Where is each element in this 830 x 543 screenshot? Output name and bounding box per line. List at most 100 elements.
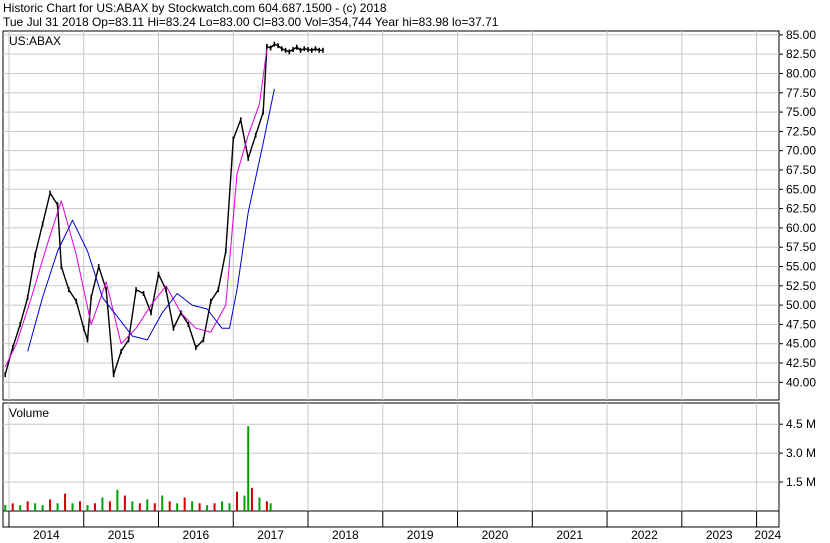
- price-point: [318, 47, 321, 53]
- volume-bar: [243, 495, 246, 511]
- price-point: [56, 202, 59, 208]
- price-point: [195, 345, 197, 351]
- price-point: [224, 248, 227, 254]
- volume-bar: [247, 426, 250, 511]
- price-point: [60, 263, 63, 269]
- price-point: [19, 321, 21, 327]
- volume-bar: [101, 497, 104, 511]
- price-point: [112, 372, 115, 378]
- price-point: [296, 44, 298, 50]
- y-tick-label: 45.00: [786, 337, 816, 351]
- price-point: [41, 221, 44, 227]
- y-tick-label: 85.00: [786, 28, 816, 42]
- y-tick-label: 62.50: [786, 202, 816, 216]
- volume-bar: [269, 503, 272, 511]
- price-point: [303, 46, 306, 52]
- price-point: [322, 47, 324, 53]
- x-tick-label: 2021: [556, 528, 583, 542]
- price-point: [4, 372, 7, 378]
- price-point: [49, 190, 51, 196]
- volume-bar: [56, 503, 59, 511]
- volume-bar: [258, 497, 261, 511]
- volume-bar: [161, 495, 164, 511]
- volume-panel-frame: [2, 402, 780, 512]
- x-tick-label: 2020: [482, 528, 509, 542]
- price-point: [67, 287, 70, 293]
- y-tick-label: 40.00: [786, 375, 816, 389]
- volume-bar: [108, 501, 111, 511]
- volume-bar: [64, 493, 67, 511]
- volume-bar: [131, 501, 134, 511]
- x-tick-label: 2019: [407, 528, 434, 542]
- volume-bar: [123, 495, 126, 511]
- volume-bar: [116, 489, 119, 511]
- volume-bar: [71, 503, 74, 511]
- price-point: [210, 298, 212, 304]
- price-point: [310, 47, 313, 53]
- volume-bar: [250, 487, 253, 511]
- price-point: [90, 294, 93, 300]
- y-tick-label: 67.50: [786, 163, 816, 177]
- price-point: [284, 47, 287, 53]
- y-tick-label: 60.00: [786, 221, 816, 235]
- volume-y-tick-label: 4.5 M: [786, 417, 816, 431]
- y-tick-label: 72.50: [786, 124, 816, 138]
- x-tick-label: 2015: [108, 528, 135, 542]
- y-tick-label: 70.00: [786, 144, 816, 158]
- y-tick-label: 57.50: [786, 240, 816, 254]
- x-tick-label: 2016: [183, 528, 210, 542]
- price-point: [165, 287, 167, 293]
- volume-bar: [235, 491, 238, 511]
- price-point: [202, 337, 205, 343]
- price-point: [127, 337, 130, 343]
- price-point: [217, 287, 220, 293]
- price-point: [314, 46, 317, 52]
- price-point: [34, 252, 36, 258]
- price-point: [266, 43, 268, 49]
- time-axis-frame: [2, 510, 780, 528]
- volume-bar: [183, 497, 186, 511]
- price-point: [105, 287, 107, 293]
- volume-bar: [93, 503, 96, 511]
- y-tick-label: 52.50: [786, 279, 816, 293]
- price-point: [120, 348, 122, 354]
- price-point: [135, 287, 137, 293]
- x-tick-label: 2014: [33, 528, 60, 542]
- price-point: [180, 310, 182, 316]
- y-tick-label: 42.50: [786, 356, 816, 370]
- volume-bar: [34, 503, 37, 511]
- price-point: [82, 325, 85, 331]
- volume-bar: [26, 501, 29, 511]
- volume-bar: [153, 503, 156, 511]
- price-point: [97, 263, 100, 269]
- x-tick-label: 2023: [706, 528, 733, 542]
- volume-bar: [228, 503, 231, 511]
- price-point: [262, 109, 264, 115]
- volume-bar: [221, 501, 224, 511]
- volume-bar: [79, 501, 82, 511]
- volume-bar: [265, 501, 268, 511]
- y-tick-label: 65.00: [786, 182, 816, 196]
- volume-bar: [138, 503, 141, 511]
- x-tick-label: 2018: [332, 528, 359, 542]
- stock-chart: 2014 2015 2016 2017 2018 2019 2020 2021 2022 2023…: [2, 28, 816, 542]
- y-tick-label: 50.00: [786, 298, 816, 312]
- volume-bar: [11, 503, 14, 511]
- y-tick-label: 82.50: [786, 47, 816, 61]
- volume-bar: [198, 503, 201, 511]
- price-point: [142, 291, 145, 297]
- price-point: [281, 46, 283, 52]
- volume-y-tick-label: 3.0 M: [786, 446, 816, 460]
- volume-bar: [49, 499, 52, 511]
- y-tick-label: 80.00: [786, 66, 816, 80]
- price-point: [172, 325, 175, 331]
- price-point: [75, 298, 78, 304]
- price-point: [232, 136, 235, 142]
- volume-title: Volume: [9, 406, 49, 420]
- price-point: [269, 45, 272, 51]
- price-point: [239, 117, 242, 123]
- x-tick-label: 2024: [754, 528, 781, 542]
- price-point: [307, 47, 309, 53]
- price-point: [150, 310, 152, 316]
- volume-y-tick-label: 1.5 M: [786, 475, 816, 489]
